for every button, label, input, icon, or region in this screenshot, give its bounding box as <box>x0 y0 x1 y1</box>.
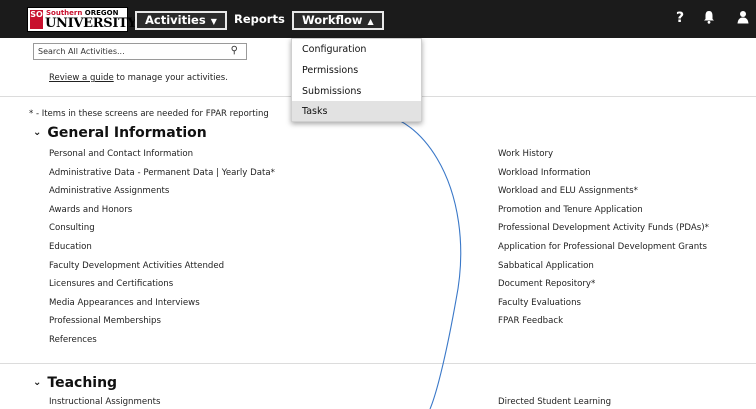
workflow-dropdown-menu: Configuration Permissions Submissions Ta… <box>291 38 422 122</box>
menu-item-tasks[interactable]: Tasks <box>302 106 327 117</box>
menu-item-configuration[interactable]: Configuration <box>302 44 366 55</box>
menu-item-submissions[interactable]: Submissions <box>302 86 361 97</box>
menu-item-permissions[interactable]: Permissions <box>302 65 358 76</box>
